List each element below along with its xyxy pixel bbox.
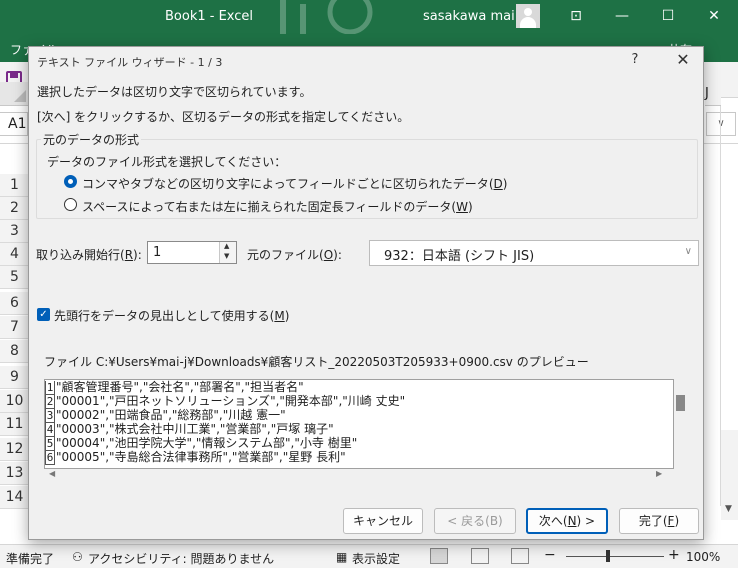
maximize-icon[interactable]: ☐ [658, 6, 678, 26]
file-origin-select[interactable]: 932：日本語 (シフト JIS) ∨ [369, 240, 699, 266]
minimize-icon[interactable]: — [612, 6, 632, 26]
file-preview[interactable]: 1 "顧客管理番号","会社名","部署名","担当者名" 2 "00001","戸… [44, 379, 674, 469]
column-header-j[interactable]: J [705, 82, 721, 106]
header-row-label[interactable]: 先頭行をデータの見出しとして使用する(M) [54, 307, 289, 324]
scroll-left-icon[interactable]: ◀ [49, 469, 55, 478]
back-button[interactable]: < 戻る(B) [434, 508, 516, 534]
dialog-close-icon[interactable]: ✕ [673, 50, 693, 70]
row-header[interactable]: 9 [0, 366, 30, 389]
accessibility-icon[interactable]: ⚇ [72, 550, 83, 564]
ribbon-display-icon[interactable]: ⊡ [566, 6, 586, 26]
row-header[interactable]: 3 [0, 220, 30, 243]
preview-scroll-thumb[interactable] [676, 395, 685, 411]
radio-fixed-width[interactable] [64, 198, 77, 211]
window-close-icon[interactable]: ✕ [704, 6, 724, 26]
finish-button[interactable]: 完了(F) [619, 508, 699, 534]
formula-expand-icon[interactable]: ∨ [706, 112, 736, 136]
start-row-label: 取り込み開始行(R): [36, 248, 142, 262]
cancel-button[interactable]: キャンセル [343, 508, 423, 534]
preview-row: 4 "00003","株式会社中川工業","営業部","戸塚 璃子" [45, 422, 334, 437]
status-bar: 準備完了 ⚇ アクセシビリティ: 問題ありません ▦ 表示設定 − + 100% [0, 544, 738, 568]
intro-text-1: 選択したデータは区切り文字で区切られています。 [37, 85, 312, 99]
text-import-wizard-dialog: テキスト ファイル ウィザード - 1 / 3 ? ✕ 選択したデータは区切り文… [28, 46, 704, 540]
window-title: Book1 - Excel [165, 9, 254, 24]
normal-view-icon[interactable] [430, 548, 448, 564]
sheet-vertical-scrollbar[interactable]: ▼ [721, 430, 738, 520]
file-origin-value: 932：日本語 (シフト JIS) [384, 249, 535, 264]
header-row-checkbox[interactable]: ✓ [37, 308, 50, 321]
scroll-down-icon[interactable]: ▼ [725, 504, 732, 514]
zoom-level[interactable]: 100% [686, 550, 720, 564]
next-button[interactable]: 次へ(N) > [526, 508, 608, 534]
row-header[interactable]: 13 [0, 462, 30, 485]
select-all-corner[interactable] [0, 82, 30, 106]
status-ready: 準備完了 [6, 552, 55, 566]
zoom-out-icon[interactable]: − [544, 547, 556, 563]
preview-horizontal-scrollbar[interactable]: ◀ ▶ [44, 469, 674, 483]
row-header[interactable]: 7 [0, 316, 30, 339]
preview-caption: ファイル C:¥Users¥mai-j¥Downloads¥顧客リスト_2022… [44, 355, 589, 369]
row-header[interactable]: 6 [0, 292, 30, 315]
row-header[interactable]: 10 [0, 390, 30, 413]
excel-title-bar: Book1 - Excel sasakawa mai ⊡ — ☐ ✕ [0, 0, 738, 34]
start-row-spinner[interactable]: ▲ ▼ [219, 242, 236, 263]
scroll-right-icon[interactable]: ▶ [656, 469, 662, 478]
page-layout-view-icon[interactable] [471, 548, 489, 564]
name-box[interactable]: A1 [0, 112, 28, 136]
row-header[interactable]: 12 [0, 438, 30, 461]
accessibility-status[interactable]: アクセシビリティ: 問題ありません [88, 550, 274, 567]
preview-row: 6 "00005","寺島総合法律事務所","営業部","星野 長利" [45, 450, 346, 465]
origin-label: 元のファイル(O): [247, 248, 342, 262]
group-prompt: データのファイル形式を選択してください： [47, 155, 287, 169]
preview-row: 2 "00001","戸田ネットソリューションズ","開発本部","川崎 丈史" [45, 394, 406, 409]
preview-row: 5 "00004","池田学院大学","情報システム部","小寺 樹里" [45, 436, 358, 451]
row-header[interactable]: 8 [0, 340, 30, 363]
preview-row: 1 "顧客管理番号","会社名","部署名","担当者名" [45, 380, 304, 395]
user-avatar-icon[interactable] [516, 4, 540, 28]
chevron-down-icon: ∨ [684, 246, 692, 257]
radio-fixed-width-label[interactable]: スペースによって右または左に揃えられた固定長フィールドのデータ(W) [82, 198, 473, 215]
display-settings-button[interactable]: 表示設定 [352, 550, 400, 567]
group-label: 元のデータの形式 [41, 131, 142, 148]
spin-down-icon[interactable]: ▼ [224, 252, 229, 260]
preview-row: 3 "00002","田端食品","総務部","川越 憲一" [45, 408, 286, 423]
radio-delimited[interactable] [64, 175, 77, 188]
row-header[interactable]: 2 [0, 197, 30, 220]
row-header[interactable]: 5 [0, 266, 30, 289]
zoom-in-icon[interactable]: + [668, 547, 680, 563]
row-header[interactable]: 4 [0, 243, 30, 266]
intro-text-2: [次へ] をクリックするか、区切るデータの形式を指定してください。 [37, 110, 410, 124]
row-header[interactable]: 1 [0, 174, 30, 197]
zoom-slider[interactable] [566, 556, 664, 557]
radio-delimited-label[interactable]: コンマやタブなどの区切り文字によってフィールドごとに区切られたデータ(D) [82, 175, 507, 192]
page-break-view-icon[interactable] [511, 548, 529, 564]
title-decoration [280, 0, 373, 34]
user-name[interactable]: sasakawa mai [423, 9, 515, 24]
preview-vertical-scrollbar[interactable] [674, 379, 690, 469]
zoom-slider-thumb[interactable] [606, 550, 610, 562]
spin-up-icon[interactable]: ▲ [224, 242, 229, 250]
row-header[interactable]: 11 [0, 413, 30, 436]
display-settings-icon[interactable]: ▦ [336, 550, 347, 564]
row-header[interactable]: 14 [0, 486, 30, 509]
dialog-title: テキスト ファイル ウィザード - 1 / 3 [37, 56, 223, 69]
help-icon[interactable]: ? [626, 52, 644, 70]
